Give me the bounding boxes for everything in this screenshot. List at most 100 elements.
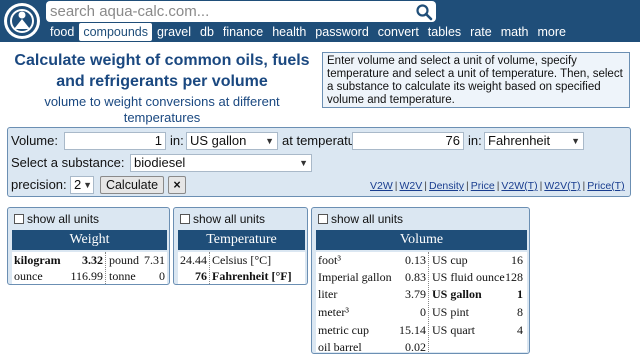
unit-label: Celsius [°C] [212, 253, 272, 267]
site-logo-icon[interactable] [3, 2, 41, 40]
chevron-down-icon: ▼ [265, 136, 274, 146]
volume-input[interactable]: 1 [64, 132, 166, 150]
table-row: 24.44 Celsius [°C] [178, 252, 305, 268]
show-all-units-label: show all units [27, 212, 100, 226]
converter-link[interactable]: W2V(T) [544, 180, 580, 192]
unit-label: liter [318, 287, 338, 301]
temperature-card: show all units Temperature 24.44 Celsius… [173, 207, 308, 285]
unit-value: 1 [517, 287, 523, 301]
nav-item-more[interactable]: more [534, 23, 570, 41]
temperature-table: 24.44 Celsius [°C] 76 Fahrenheit [°F] [178, 252, 305, 284]
unit-value: 8 [517, 305, 523, 319]
search-input[interactable] [50, 2, 410, 21]
temperature-unit-value: Fahrenheit [488, 133, 551, 148]
show-all-units-label: show all units [331, 212, 404, 226]
unit-label: kilogram [14, 253, 61, 267]
volume-unit-select[interactable]: US gallon ▼ [186, 132, 278, 150]
substance-value: biodiesel [134, 155, 186, 170]
chevron-down-icon: ▼ [571, 136, 580, 146]
unit-value: 76 [195, 269, 207, 283]
site-header: foodcompoundsgraveldbfinancehealthpasswo… [0, 0, 640, 42]
show-all-units-checkbox[interactable]: show all units [318, 212, 403, 227]
unit-value: 116.99 [70, 269, 103, 283]
table-row: meter³ 0 US pint 8 [316, 304, 527, 320]
nav-item-compounds[interactable]: compounds [79, 23, 152, 41]
unit-value: 0 [420, 305, 426, 319]
temperature-unit-select[interactable]: Fahrenheit ▼ [484, 132, 584, 150]
nav-item-finance[interactable]: finance [219, 23, 267, 41]
show-all-units-checkbox[interactable]: show all units [14, 212, 99, 227]
unit-value: 0.02 [405, 340, 426, 354]
unit-label: metric cup [318, 323, 369, 337]
table-row: foot³ 0.13 US cup 16 [316, 252, 527, 268]
unit-label: Imperial gallon [318, 270, 392, 284]
page-title: Calculate weight of common oils, fuels a… [14, 52, 310, 90]
weight-heading: Weight [12, 230, 167, 250]
volume-heading: Volume [316, 230, 527, 250]
calculate-button[interactable]: Calculate [100, 176, 164, 194]
nav-item-convert[interactable]: convert [374, 23, 423, 41]
unit-value: 16 [511, 253, 523, 267]
converter-link[interactable]: Density [429, 180, 464, 192]
nav-item-tables[interactable]: tables [424, 23, 465, 41]
converter-link[interactable]: V2W(T) [501, 180, 537, 192]
checkbox-icon [318, 214, 328, 224]
precision-value: 2 [74, 177, 82, 192]
volume-card: show all units Volume foot³ 0.13 US cup 16 I… [311, 207, 530, 354]
nav-item-food[interactable]: food [46, 23, 78, 41]
unit-label: US fluid ounce [432, 270, 505, 284]
link-separator: | [496, 180, 500, 192]
substance-label: Select a substance: [11, 155, 125, 170]
nav-item-health[interactable]: health [268, 23, 310, 41]
link-separator: | [424, 180, 427, 192]
unit-label: US gallon [432, 287, 482, 301]
unit-value: 0.83 [405, 270, 426, 284]
nav-item-math[interactable]: math [497, 23, 533, 41]
unit-label: tonne [109, 269, 136, 283]
weight-card: show all units Weight kilogram 3.32 poun… [7, 207, 170, 285]
unit-value: 15.14 [399, 323, 426, 337]
nav-item-password[interactable]: password [311, 23, 373, 41]
temperature-unit-label: in: [468, 133, 482, 148]
precision-label: precision: [11, 177, 67, 192]
converter-link[interactable]: Price [471, 180, 495, 192]
table-row: oil barrel 0.02 [316, 339, 527, 355]
unit-value: 0.13 [405, 253, 426, 267]
link-separator: | [394, 180, 398, 192]
unit-value: 7.31 [144, 253, 165, 267]
converter-links: V2W | W2V | Density | Price | V2W(T) | W2V(T) | Pric… [370, 179, 625, 193]
unit-label: ounce [14, 269, 43, 283]
unit-value: 3.79 [405, 287, 426, 301]
unit-label: meter³ [318, 305, 349, 319]
chevron-down-icon: ▼ [299, 158, 308, 168]
unit-value: 4 [517, 323, 523, 337]
search-icon[interactable] [415, 3, 433, 21]
main-nav: food compounds gravel db finance health passwo… [46, 23, 571, 41]
unit-value: 0 [159, 269, 165, 283]
unit-label: US cup [432, 253, 468, 267]
unit-value: 3.32 [82, 253, 103, 267]
substance-select[interactable]: biodiesel ▼ [130, 154, 312, 172]
nav-item-rate[interactable]: rate [466, 23, 496, 41]
weight-table: kilogram 3.32 pound 7.31 ounce 116.99 to… [12, 252, 167, 284]
table-row: metric cup 15.14 US quart 4 [316, 322, 527, 338]
clear-button[interactable]: × [168, 176, 186, 194]
converter-link[interactable]: W2V [400, 180, 423, 192]
show-all-units-label: show all units [193, 212, 266, 226]
show-all-units-checkbox[interactable]: show all units [180, 212, 265, 227]
nav-item-gravel[interactable]: gravel [153, 23, 195, 41]
converter-link[interactable]: V2W [370, 180, 393, 192]
chevron-down-icon: ▼ [83, 180, 92, 190]
temperature-input[interactable]: 76 [352, 132, 464, 150]
converter-link[interactable]: Price(T) [587, 180, 624, 192]
precision-select[interactable]: 2 ▼ [70, 176, 94, 194]
checkbox-icon [180, 214, 190, 224]
unit-label: US pint [432, 305, 470, 319]
volume-unit-label: in: [170, 133, 184, 148]
unit-label: Fahrenheit [°F] [212, 269, 292, 283]
table-row: 76 Fahrenheit [°F] [178, 268, 305, 284]
link-separator: | [539, 180, 543, 192]
nav-item-db[interactable]: db [196, 23, 218, 41]
search-box [46, 1, 436, 22]
calculator-form: Volume: 1 in: US gallon ▼ at temperature… [7, 127, 631, 197]
